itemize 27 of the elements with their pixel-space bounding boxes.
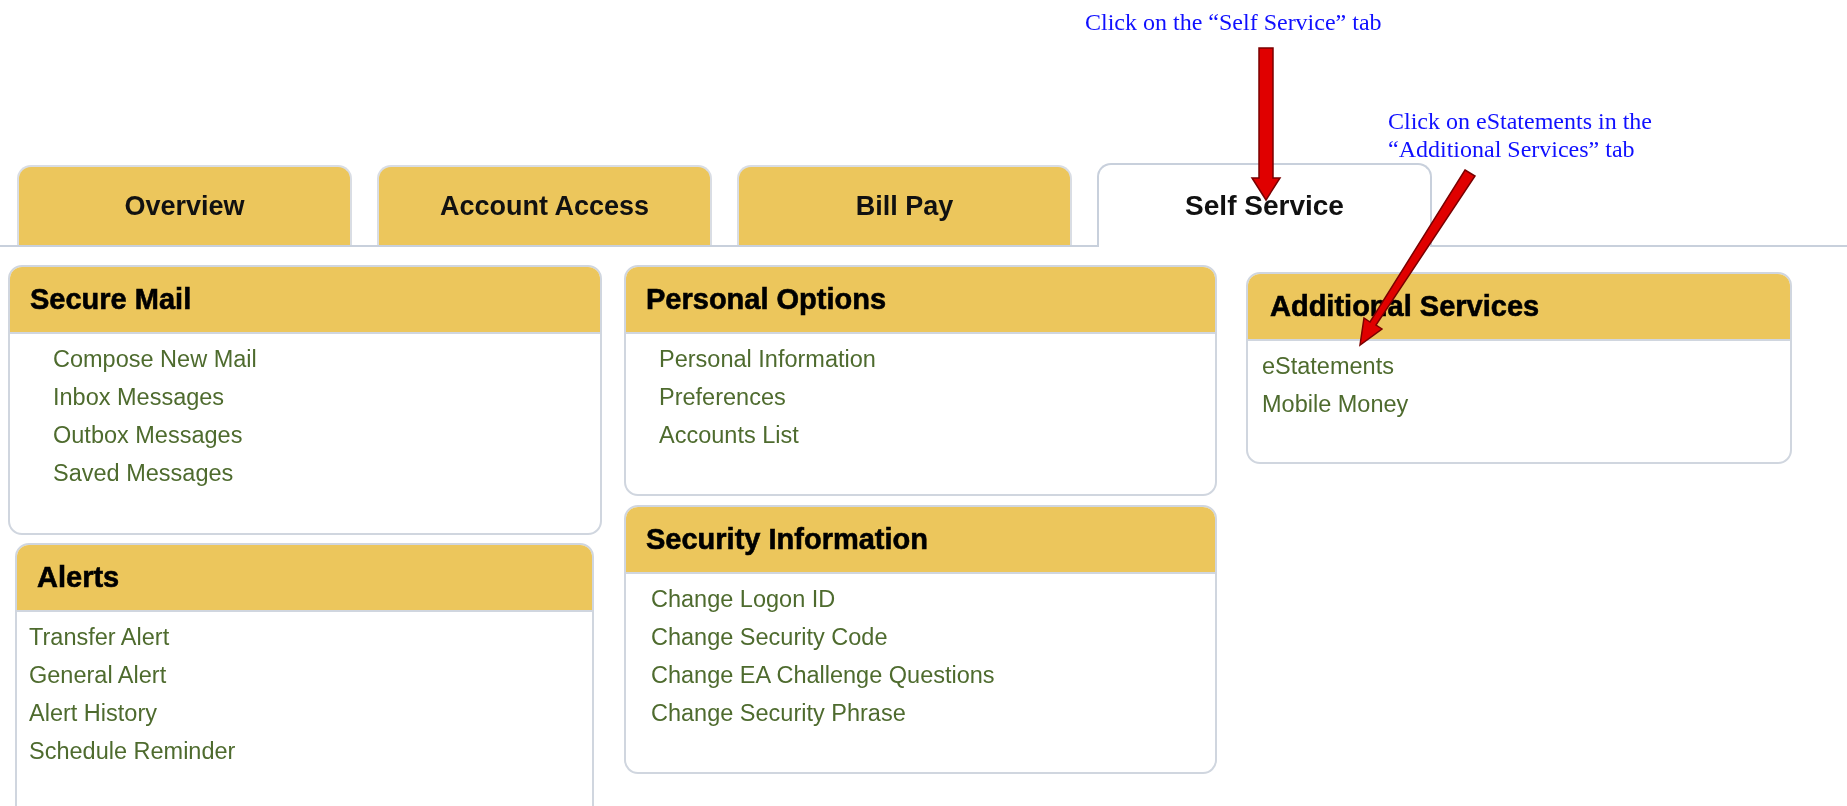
tab[interactable]: Overview <box>17 165 352 245</box>
panel-title: Personal Options <box>646 283 887 316</box>
tab[interactable]: Self Service <box>1097 163 1432 247</box>
menu-link[interactable]: Change Security Code <box>651 623 888 651</box>
menu-link[interactable]: Change Logon ID <box>651 585 836 613</box>
callout-text: Click on eStatements in the “Additional Services” tab <box>1388 107 1652 163</box>
menu-link[interactable]: Mobile Money <box>1262 390 1409 418</box>
tab[interactable]: Account Access <box>377 165 712 245</box>
menu-link[interactable]: Inbox Messages <box>53 383 225 411</box>
panel-title: Secure Mail <box>30 283 192 316</box>
menu-link[interactable]: General Alert <box>29 661 167 689</box>
panel-title: Alerts <box>37 561 120 594</box>
menu-link[interactable]: Accounts List <box>659 421 799 449</box>
panel-title: Security Information <box>646 523 928 556</box>
menu-link[interactable]: Personal Information <box>659 345 876 373</box>
menu-link[interactable]: Change Security Phrase <box>651 699 906 727</box>
menu-link[interactable]: Outbox Messages <box>53 421 243 449</box>
menu-link[interactable]: Preferences <box>659 383 786 411</box>
menu-link[interactable]: eStatements <box>1262 352 1394 380</box>
callout-text: Click on the “Self Service” tab <box>1085 8 1382 36</box>
menu-link[interactable]: Change EA Challenge Questions <box>651 661 995 689</box>
menu-link[interactable]: Alert History <box>29 699 157 727</box>
menu-link[interactable]: Saved Messages <box>53 459 234 487</box>
menu-link[interactable]: Transfer Alert <box>29 623 170 651</box>
menu-link[interactable]: Compose New Mail <box>53 345 257 373</box>
tab[interactable]: Bill Pay <box>737 165 1072 245</box>
menu-link[interactable]: Schedule Reminder <box>29 737 236 765</box>
